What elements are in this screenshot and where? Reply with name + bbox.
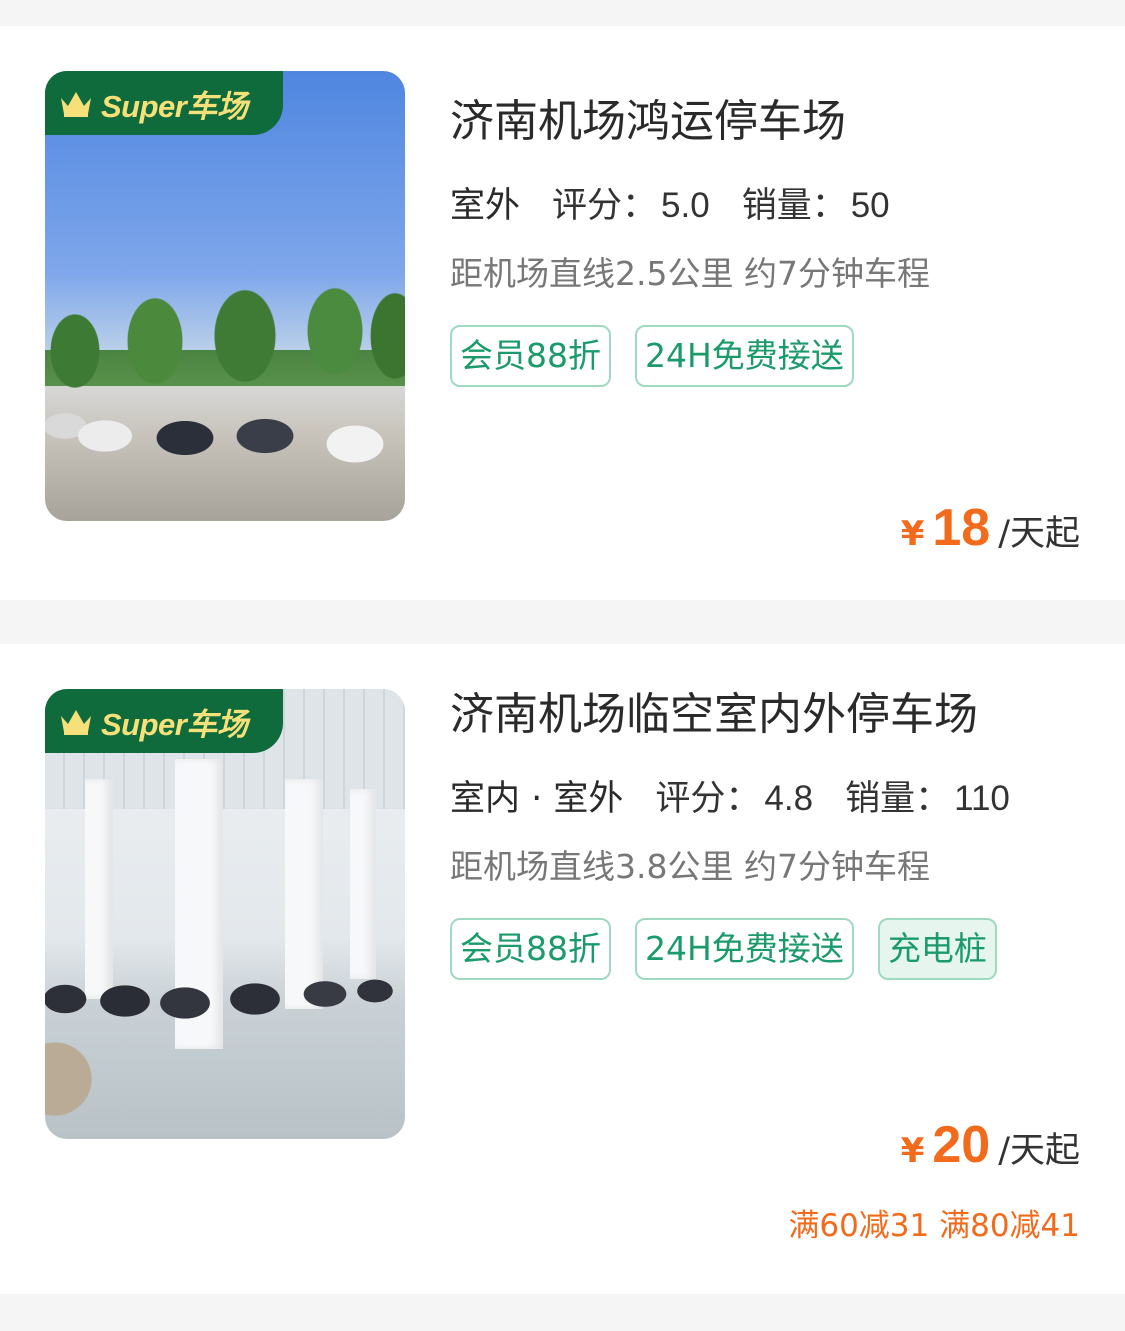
rating-label: 评分： [655,778,761,819]
tag-member-discount: 会员88折 [450,324,611,387]
promo-text: 满60减31 满80减41 [788,1208,1080,1244]
super-lot-badge: Super车场 [45,689,283,753]
rating-value: 4.8 [764,778,814,818]
lot-name[interactable]: 济南机场临空室内外停车场 [450,689,1085,742]
parking-lot-card[interactable]: Super车场 济南机场临空室内外停车场 室内 · 室外 评分： 4.8 销量：… [0,644,1125,1294]
badge-label: Super车场 [101,706,248,742]
sales-value: 110 [954,778,1010,818]
photo-pillar [85,779,113,999]
lot-info: 济南机场鸿运停车场 室外 评分： 5.0 销量： 50 距机场直线2.5公里 约… [447,96,1085,387]
distance-text: 距机场直线2.5公里 约7分钟车程 [450,253,930,293]
sales-label: 销量： [741,185,847,226]
space-type: 室内 · 室外 [447,770,628,829]
sales-label: 销量： [845,778,951,819]
price-amount: 18 [932,499,991,557]
price-unit: /天起 [998,1131,1080,1171]
photo-cars [45,396,405,466]
sales-value: 50 [850,185,890,225]
lot-meta: 室内 · 室外 评分： 4.8 销量： 110 [447,770,1085,829]
distance-text: 距机场直线3.8公里 约7分钟车程 [450,846,930,886]
price: ¥ 18 /天起 [901,498,1080,558]
parking-lot-photo[interactable]: Super车场 [45,689,405,1139]
badge-label: Super车场 [101,88,248,124]
parking-lot-photo[interactable]: Super车场 [45,71,405,521]
crown-icon [61,710,91,735]
lot-info: 济南机场临空室内外停车场 室内 · 室外 评分： 4.8 销量： 110 距机场… [447,689,1085,980]
price: ¥ 20 /天起 [901,1115,1080,1175]
tag-free-shuttle: 24H免费接送 [635,917,854,980]
photo-pillar [350,789,376,979]
crown-icon [61,92,91,117]
tag-charging-station: 充电桩 [877,917,997,980]
photo-foreground-car [45,1019,105,1129]
tag-member-discount: 会员88折 [450,917,611,980]
currency-symbol: ¥ [900,514,925,554]
card-spacer [0,600,1125,644]
rating-label: 评分： [552,185,658,226]
price-unit: /天起 [998,514,1080,554]
tag-free-shuttle: 24H免费接送 [635,324,854,387]
lot-meta: 室外 评分： 5.0 销量： 50 [447,177,1085,236]
super-lot-badge: Super车场 [45,71,283,135]
lot-name[interactable]: 济南机场鸿运停车场 [450,96,1085,149]
photo-trees [45,281,405,391]
top-spacer [0,0,1125,26]
rating-value: 5.0 [661,185,710,225]
price-amount: 20 [932,1116,991,1174]
tag-list: 会员88折 24H免费接送 充电桩 [450,917,1050,980]
tag-list: 会员88折 24H免费接送 [450,324,1050,387]
space-type: 室外 [447,177,525,236]
currency-symbol: ¥ [900,1131,925,1171]
